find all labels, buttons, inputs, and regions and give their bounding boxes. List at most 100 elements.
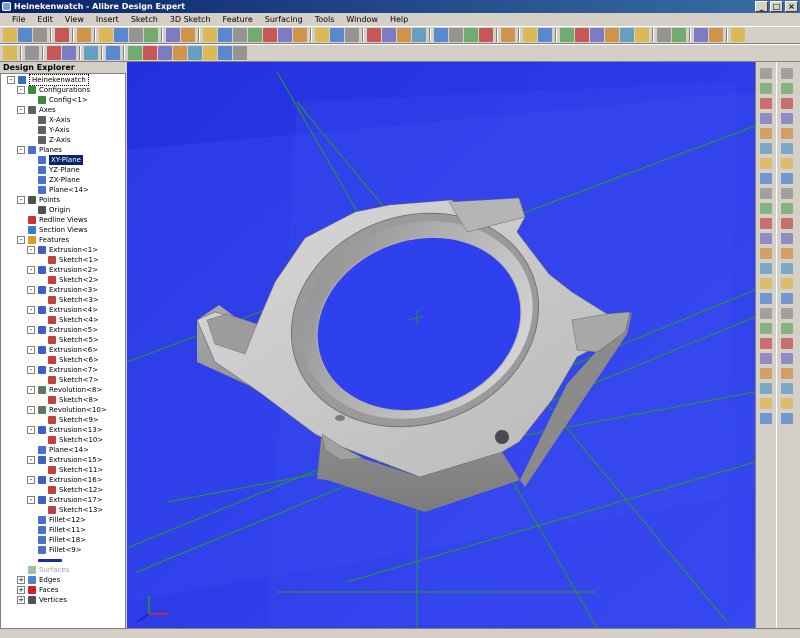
tree-item[interactable]: - Heinekenwatch	[7, 74, 89, 86]
design-explorer-tree[interactable]: - Heinekenwatch - Configurations Config<1> - A…	[0, 73, 126, 629]
tree-item[interactable]: Sketch<13>	[37, 505, 103, 515]
tree-item[interactable]: Fillet<11>	[27, 525, 86, 535]
tree-item[interactable]: - Configurations	[17, 85, 90, 95]
palette-tool-icon[interactable]	[760, 128, 772, 139]
menu-window[interactable]: Window	[340, 13, 384, 26]
tree-item[interactable]: Redline Views	[17, 215, 87, 225]
palette-tool-icon[interactable]	[781, 293, 793, 304]
palette-tool-icon[interactable]	[781, 353, 793, 364]
palette-tool-icon[interactable]	[781, 83, 793, 94]
tree-item[interactable]: Sketch<5>	[37, 335, 99, 345]
palette-tool-icon[interactable]	[781, 173, 793, 184]
sketch-icon[interactable]	[434, 28, 448, 42]
view-iso-icon[interactable]	[293, 28, 307, 42]
palette-tool-icon[interactable]	[781, 68, 793, 79]
tree-item[interactable]: Plane<14>	[27, 445, 89, 455]
tree-item[interactable]: - Revolution<10>	[27, 405, 107, 415]
color-icon[interactable]	[84, 46, 98, 60]
view-back-icon[interactable]	[218, 28, 232, 42]
copy-icon[interactable]	[55, 28, 69, 42]
box-icon[interactable]	[345, 28, 359, 42]
palette-tool-icon[interactable]	[781, 278, 793, 289]
palette-tool-icon[interactable]	[760, 278, 772, 289]
tree-item[interactable]: Z-Axis	[27, 135, 71, 145]
tree-item[interactable]: - Extrusion<4>	[27, 305, 98, 315]
tree-item[interactable]: - Extrusion<7>	[27, 365, 98, 375]
collapse-icon[interactable]: -	[27, 366, 35, 374]
loft-icon[interactable]	[412, 28, 426, 42]
palette-tool-icon[interactable]	[760, 173, 772, 184]
tree-item[interactable]: - Axes	[17, 105, 56, 115]
3d-viewport[interactable]	[127, 62, 755, 628]
collapse-icon[interactable]: -	[17, 236, 25, 244]
palette-tool-icon[interactable]	[781, 113, 793, 124]
palette-tool-icon[interactable]	[760, 98, 772, 109]
maximize-button[interactable]: □	[770, 1, 783, 12]
pattern-icon[interactable]	[479, 28, 493, 42]
grid-icon[interactable]	[3, 46, 17, 60]
tree-item[interactable]: Sketch<11>	[37, 465, 103, 475]
zoom-icon[interactable]	[605, 28, 619, 42]
palette-tool-icon[interactable]	[760, 398, 772, 409]
print-icon[interactable]	[77, 28, 91, 42]
tree-item[interactable]: Fillet<9>	[27, 545, 82, 555]
tree-item[interactable]: - Extrusion<2>	[27, 265, 98, 275]
expand-icon[interactable]: +	[17, 596, 25, 604]
tree-item[interactable]: Sketch<3>	[37, 295, 99, 305]
tree-item[interactable]: + Faces	[17, 585, 58, 595]
palette-tool-icon[interactable]	[781, 368, 793, 379]
palette-tool-icon[interactable]	[760, 143, 772, 154]
measure-icon[interactable]	[501, 28, 515, 42]
redo-icon[interactable]	[181, 28, 195, 42]
tree-item[interactable]: - Extrusion<3>	[27, 285, 98, 295]
expand-icon[interactable]: +	[17, 576, 25, 584]
palette-tool-icon[interactable]	[781, 308, 793, 319]
sketch-tool-2-icon[interactable]	[143, 46, 157, 60]
palette-tool-icon[interactable]	[760, 293, 772, 304]
palette-tool-icon[interactable]	[760, 338, 772, 349]
tree-item[interactable]: Plane<14>	[27, 185, 89, 195]
close-button[interactable]: ×	[785, 1, 798, 12]
palette-tool-icon[interactable]	[781, 338, 793, 349]
tree-item[interactable]: Surfaces	[17, 565, 69, 575]
palette-tool-icon[interactable]	[760, 413, 772, 424]
part-icon[interactable]	[3, 28, 17, 42]
palette-tool-icon[interactable]	[781, 203, 793, 214]
menu-surfacing[interactable]: Surfacing	[259, 13, 309, 26]
delete-icon[interactable]	[144, 28, 158, 42]
tree-item[interactable]: Sketch<8>	[37, 395, 99, 405]
palette-tool-icon[interactable]	[760, 323, 772, 334]
collapse-icon[interactable]: -	[27, 246, 35, 254]
tree-item[interactable]: Sketch<7>	[37, 375, 99, 385]
tree-item[interactable]: Section Views	[17, 225, 88, 235]
collapse-icon[interactable]: -	[27, 496, 35, 504]
minimize-button[interactable]: _	[755, 1, 768, 12]
tree-item[interactable]: Sketch<6>	[37, 355, 99, 365]
rotate-icon[interactable]	[590, 28, 604, 42]
menu-feature[interactable]: Feature	[217, 13, 259, 26]
move-icon[interactable]	[449, 28, 463, 42]
open-icon[interactable]	[18, 28, 32, 42]
render-icon[interactable]	[694, 28, 708, 42]
tree-item[interactable]: Fillet<12>	[27, 515, 86, 525]
tree-item[interactable]: Sketch<1>	[37, 255, 99, 265]
collapse-icon[interactable]: -	[17, 196, 25, 204]
sketch-tool-4-icon[interactable]	[173, 46, 187, 60]
collapse-icon[interactable]: -	[17, 106, 25, 114]
palette-tool-icon[interactable]	[781, 383, 793, 394]
palette-tool-icon[interactable]	[760, 113, 772, 124]
palette-tool-icon[interactable]	[781, 158, 793, 169]
pencil-icon[interactable]	[523, 28, 537, 42]
menu-3d-sketch[interactable]: 3D Sketch	[164, 13, 217, 26]
tree-item[interactable]: Sketch<9>	[37, 415, 99, 425]
revolve-icon[interactable]	[382, 28, 396, 42]
box-icon[interactable]	[330, 28, 344, 42]
tree-item[interactable]: - Points	[17, 195, 60, 205]
palette-tool-icon[interactable]	[760, 308, 772, 319]
save-icon[interactable]	[33, 28, 47, 42]
undo-icon[interactable]	[166, 28, 180, 42]
view-bottom-icon[interactable]	[248, 28, 262, 42]
box-icon[interactable]	[315, 28, 329, 42]
tree-item[interactable]: XY-Plane	[27, 155, 83, 165]
view-front-icon[interactable]	[203, 28, 217, 42]
